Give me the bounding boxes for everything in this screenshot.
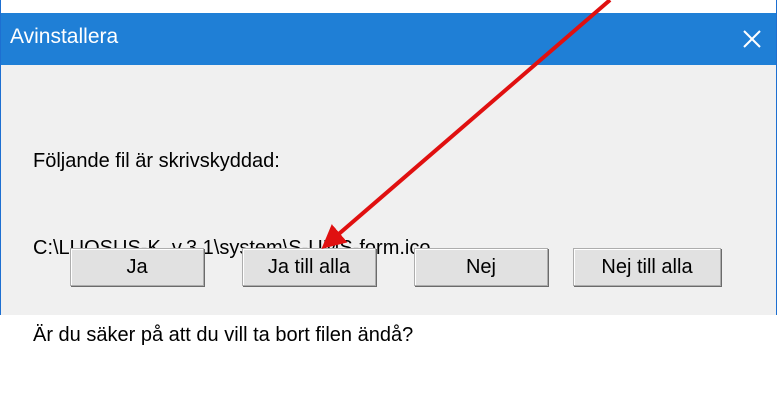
title-bar-background: Avinstallera xyxy=(1,13,776,65)
ja-button[interactable]: Ja xyxy=(70,248,204,286)
close-icon xyxy=(743,30,761,48)
nej-till-alla-button[interactable]: Nej till alla xyxy=(573,248,721,286)
close-button[interactable] xyxy=(732,19,772,59)
window-title: Avinstallera xyxy=(10,25,119,48)
title-bar[interactable]: Avinstallera xyxy=(1,0,776,75)
nej-button[interactable]: Nej xyxy=(414,248,548,286)
button-row: Ja Ja till alla Nej Nej till alla xyxy=(1,65,776,315)
dialog-body: Följande fil är skrivskyddad: C:\LUQSUS-… xyxy=(1,65,776,346)
message-line-question: Är du säker på att du vill ta bort filen… xyxy=(33,324,414,346)
uninstall-dialog: Avinstallera Följande fil är skrivskydda… xyxy=(0,0,777,346)
ja-till-alla-button[interactable]: Ja till alla xyxy=(242,248,376,286)
